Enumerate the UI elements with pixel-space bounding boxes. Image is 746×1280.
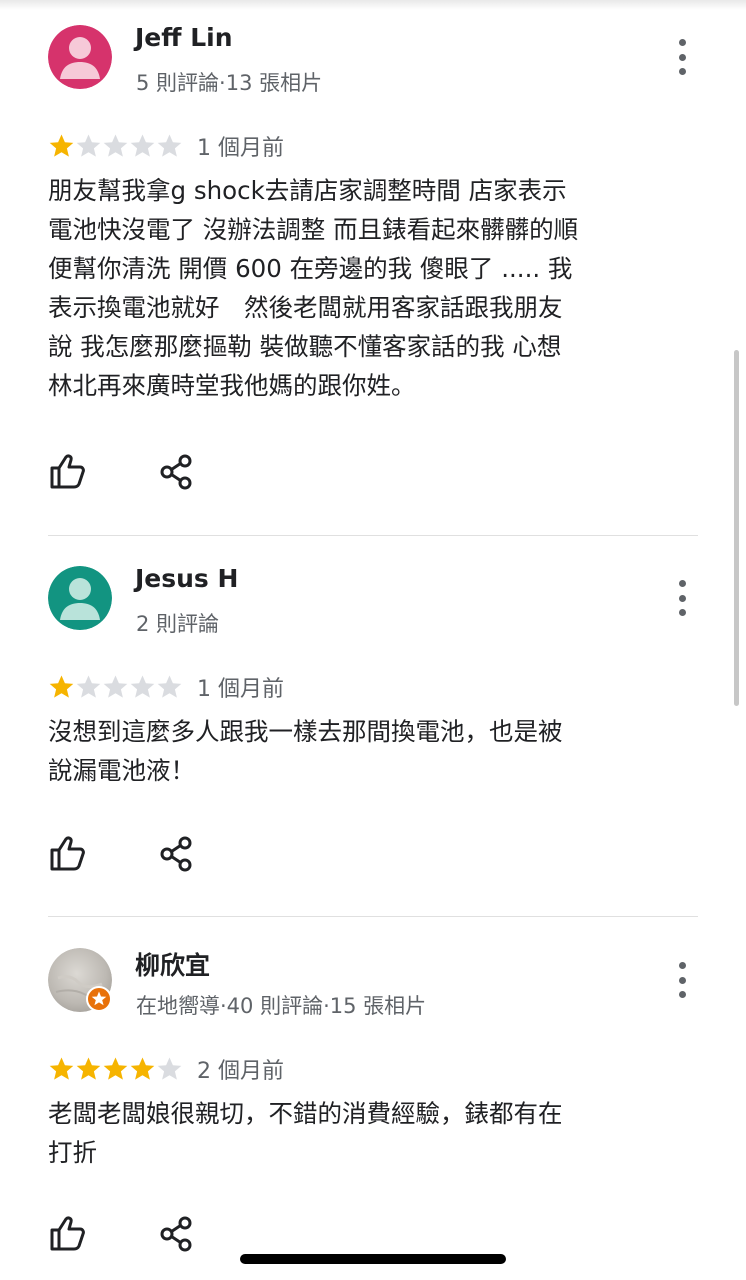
avatar[interactable] bbox=[48, 25, 112, 89]
thumbs-up-icon bbox=[50, 836, 85, 871]
star-empty-icon bbox=[103, 675, 128, 698]
star-rating bbox=[48, 133, 183, 159]
reviewer-name[interactable]: 柳欣宜 bbox=[135, 946, 210, 982]
person-icon bbox=[48, 25, 112, 89]
share-button[interactable] bbox=[157, 834, 197, 874]
star-filled-icon bbox=[49, 675, 74, 698]
review-text: 朋友幫我拿g shock去請店家調整時間 店家表示 電池快沒電了 沒辦法調整 而… bbox=[48, 176, 579, 400]
reviewer-meta: 5 則評論·13 張相片 bbox=[136, 71, 323, 95]
star-empty-icon bbox=[157, 134, 182, 157]
star-filled-icon bbox=[76, 1057, 101, 1080]
more-options-icon[interactable] bbox=[666, 39, 698, 75]
star-empty-icon bbox=[130, 675, 155, 698]
scrollbar[interactable] bbox=[734, 350, 739, 706]
share-icon bbox=[160, 454, 192, 490]
star-rating bbox=[48, 674, 183, 700]
share-icon bbox=[160, 836, 192, 872]
avatar[interactable] bbox=[48, 566, 112, 630]
share-icon bbox=[160, 1216, 192, 1252]
star-filled-icon bbox=[49, 1057, 74, 1080]
like-button[interactable] bbox=[48, 452, 88, 492]
review-text: 沒想到這麼多人跟我一樣去那間換電池，也是被 說漏電池液！ bbox=[48, 717, 563, 785]
star-filled-icon bbox=[103, 1057, 128, 1080]
star-empty-icon bbox=[76, 134, 101, 157]
review-time: 1 個月前 bbox=[197, 136, 284, 161]
divider bbox=[48, 916, 698, 917]
star-empty-icon bbox=[157, 1057, 182, 1080]
thumbs-up-icon bbox=[50, 454, 85, 489]
rating-line: 1 個月前 bbox=[48, 131, 284, 161]
share-button[interactable] bbox=[157, 452, 197, 492]
divider bbox=[48, 535, 698, 536]
local-guide-star-icon bbox=[86, 986, 112, 1012]
like-button[interactable] bbox=[48, 1214, 88, 1254]
more-options-icon[interactable] bbox=[666, 962, 698, 998]
reviewer-name[interactable]: Jeff Lin bbox=[135, 23, 233, 52]
rating-line: 1 個月前 bbox=[48, 672, 284, 702]
reviewer-name[interactable]: Jesus H bbox=[135, 564, 238, 593]
rating-line: 2 個月前 bbox=[48, 1054, 284, 1084]
star-empty-icon bbox=[76, 675, 101, 698]
share-button[interactable] bbox=[157, 1214, 197, 1254]
review-time: 1 個月前 bbox=[197, 677, 284, 702]
star-empty-icon bbox=[130, 134, 155, 157]
star-empty-icon bbox=[103, 134, 128, 157]
more-options-icon[interactable] bbox=[666, 580, 698, 616]
review-text: 老闆老闆娘很親切，不錯的消費經驗，錶都有在 打折 bbox=[48, 1099, 563, 1167]
star-filled-icon bbox=[49, 134, 74, 157]
reviewer-meta: 2 則評論 bbox=[136, 612, 220, 636]
person-icon bbox=[48, 566, 112, 630]
reviewer-meta: 在地嚮導·40 則評論·15 張相片 bbox=[136, 994, 427, 1018]
star-filled-icon bbox=[130, 1057, 155, 1080]
star-rating bbox=[48, 1056, 183, 1082]
home-indicator[interactable] bbox=[240, 1254, 506, 1264]
review-time: 2 個月前 bbox=[197, 1059, 284, 1084]
top-shadow bbox=[0, 0, 746, 10]
like-button[interactable] bbox=[48, 834, 88, 874]
thumbs-up-icon bbox=[50, 1216, 85, 1251]
star-empty-icon bbox=[157, 675, 182, 698]
